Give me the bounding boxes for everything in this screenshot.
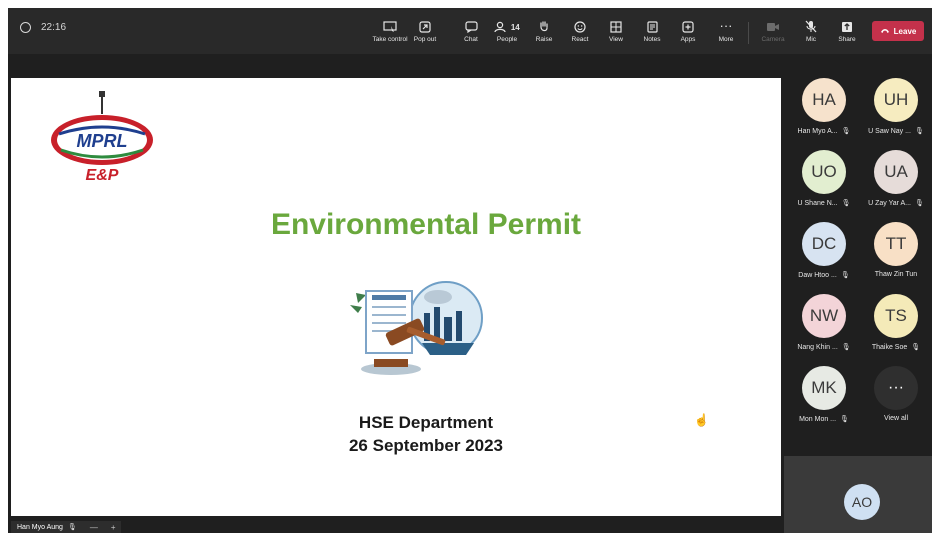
participants-gallery: HA Han Myo A... 🎙︎ UH U Saw Nay ... 🎙︎ UO … [788,78,932,458]
meeting-timer: 22:16 [20,22,66,33]
pop-out-button[interactable]: Pop out [403,17,447,51]
meeting-time: 22:16 [41,22,67,33]
hand-cursor-icon: ☝ [694,413,709,427]
pop-out-icon [403,17,447,35]
mic-muted-icon: 🎙︎ [915,200,924,207]
mic-muted-icon: 🎙︎ [914,128,924,135]
meeting-window: 22:16 Take control Pop out Chat 14 Peopl… [8,8,932,533]
self-avatar: AO [844,484,880,520]
avatar: UH [874,78,918,122]
participant-name: Han Myo A... [797,127,838,135]
mprl-logo: MPRL E&P [47,90,157,185]
view-all-label: View all [884,415,908,422]
participant-tile[interactable]: TT Thaw Zin Tun [860,222,932,290]
shared-presentation: MPRL E&P Environmental Permit HSE Depart… [11,78,781,516]
zoom-out-button[interactable]: — [90,523,98,532]
participant-name: Thaw Zin Tun [874,271,918,278]
participant-tile[interactable]: UA U Zay Yar A... 🎙︎ [860,150,932,218]
avatar: UA [874,150,918,194]
slide-department: HSE Department [358,413,494,432]
avatar: UO [802,150,846,194]
participant-name: Thaike Soe [871,343,908,351]
phone-hangup-icon [880,27,890,36]
slide-date: 26 September 2023 [348,436,504,455]
participant-tile[interactable]: MK Mon Mon ... 🎙︎ [788,366,860,434]
participant-name: U Shane N... [797,199,838,207]
presenter-name: Han Myo Aung [17,523,63,531]
leave-button[interactable]: Leave [872,21,924,41]
mic-muted-icon: 🎙︎ [841,344,851,351]
toolbar-divider [748,22,749,44]
participant-tile[interactable]: UH U Saw Nay ... 🎙︎ [860,78,932,146]
participant-name: Daw Htoo ... [798,271,837,279]
mic-muted-icon: 🎙︎ [841,200,851,207]
more-icon: ··· [719,18,733,33]
logo-subtext: E&P [86,167,119,184]
slide-title: Environmental Permit [270,208,582,241]
participant-name: Mon Mon ... [799,415,837,423]
participant-tile[interactable]: DC Daw Htoo ... 🎙︎ [788,222,860,290]
avatar: DC [802,222,846,266]
participant-name: Nang Khin ... [797,343,838,351]
avatar: MK [802,366,846,410]
more-button[interactable]: ··· More [704,17,748,51]
more-participants-icon: ··· [874,366,918,410]
self-view[interactable]: AO [784,456,932,533]
mic-muted-icon: 🎙︎ [841,128,851,135]
avatar: HA [802,78,846,122]
share-button[interactable]: Share [825,17,869,51]
logo-text: MPRL [77,131,128,151]
permit-illustration [346,273,496,383]
participant-name: U Saw Nay ... [868,127,911,135]
view-all-button[interactable]: ··· View all [860,366,932,434]
avatar: TT [874,222,918,266]
mic-muted-icon: 🎙︎ [840,272,850,279]
participant-tile[interactable]: TS Thaike Soe 🎙︎ [860,294,932,362]
mic-muted-icon: 🎙︎ [840,416,849,423]
participant-tile[interactable]: UO U Shane N... 🎙︎ [788,150,860,218]
participant-name: U Zay Yar A... [868,199,912,207]
avatar: TS [874,294,918,338]
mic-muted-icon: 🎙︎ [911,344,921,351]
zoom-in-button[interactable]: + [111,523,116,532]
shield-icon [20,22,31,33]
presenter-tag: Han Myo Aung 🎙︎ — + [11,521,122,533]
mic-muted-icon: 🎙︎ [67,524,77,531]
share-icon [825,17,869,35]
avatar: NW [802,294,846,338]
participant-tile[interactable]: NW Nang Khin ... 🎙︎ [788,294,860,362]
people-count: 14 [510,23,520,32]
participant-tile[interactable]: HA Han Myo A... 🎙︎ [788,78,860,146]
meeting-toolbar: 22:16 Take control Pop out Chat 14 Peopl… [8,8,932,54]
